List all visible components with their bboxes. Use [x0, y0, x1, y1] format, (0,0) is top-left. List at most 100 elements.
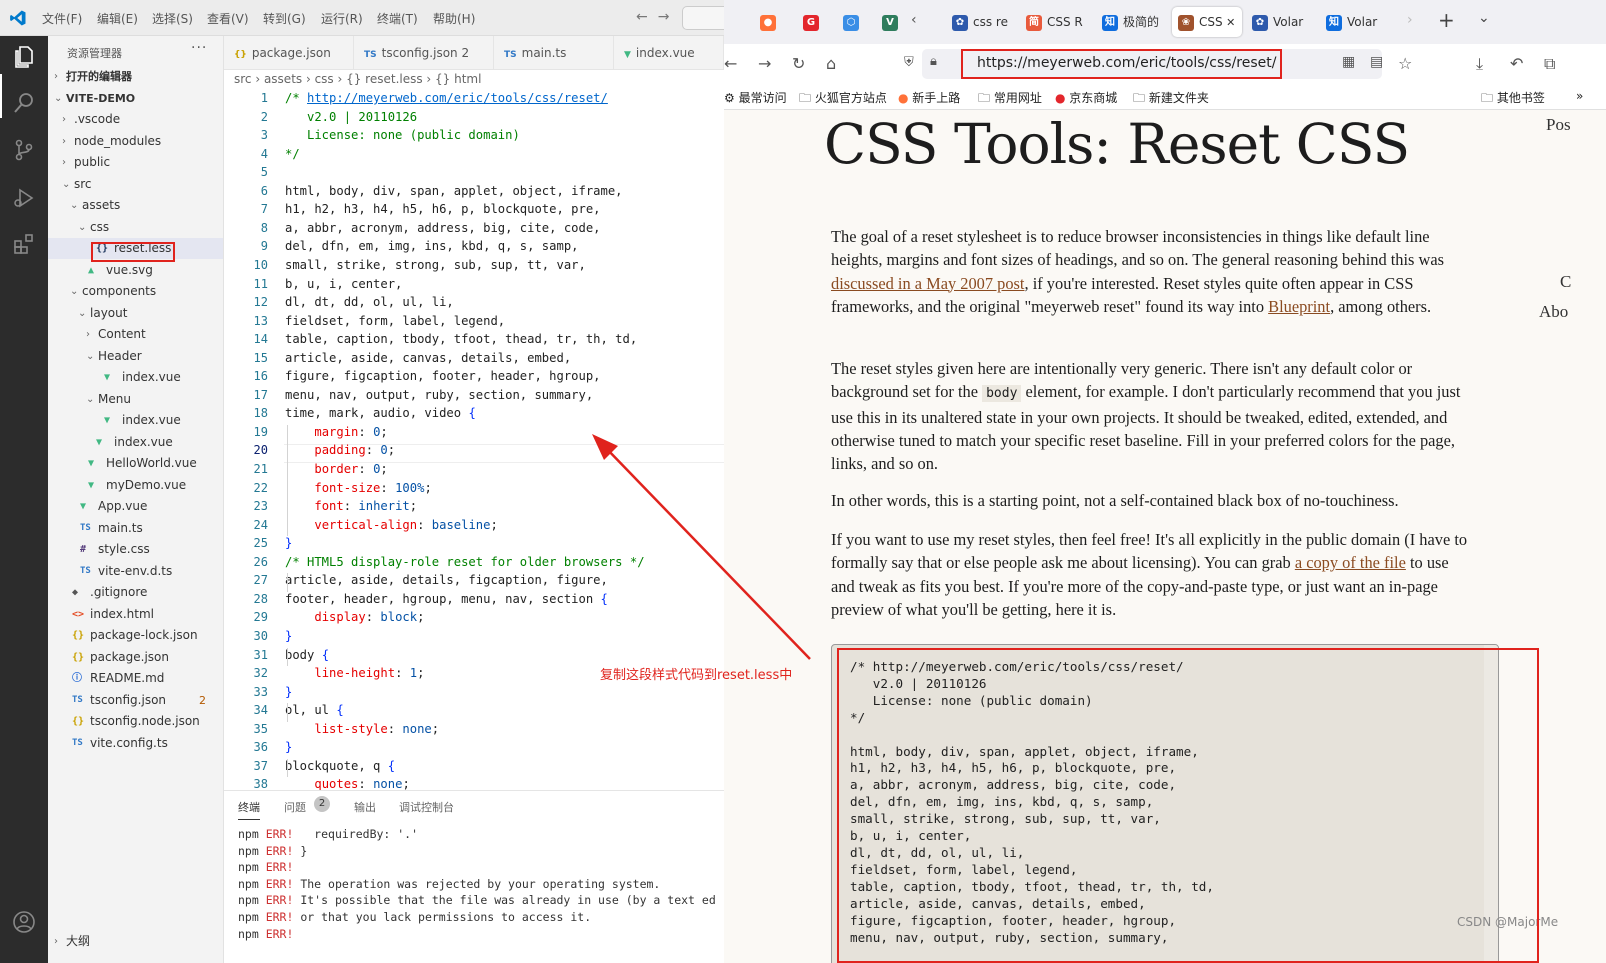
extension-icon[interactable]: ⧉ — [1544, 54, 1555, 74]
tree-item[interactable]: ⌄ components — [48, 281, 223, 302]
side-nav-pos[interactable]: Pos — [1546, 115, 1571, 135]
code-line[interactable]: dl, dt, dd, ol, ul, li, — [285, 295, 454, 309]
lock-icon[interactable]: 🔒︎ — [930, 54, 937, 69]
home-icon[interactable]: ⌂ — [826, 54, 836, 73]
code-editor[interactable]: 1 /* http://meyerweb.com/eric/tools/css/r… — [224, 90, 724, 790]
back-icon[interactable]: ← — [724, 54, 737, 73]
browser-tab[interactable]: ✿ css re — [946, 7, 1012, 37]
code-line[interactable]: figure, figcaption, footer, header, hgro… — [285, 369, 601, 383]
search-icon[interactable] — [12, 91, 36, 115]
tree-item[interactable]: ⌄ layout — [48, 303, 223, 324]
browser-tab[interactable]: ❀ CSS ✕ — [1172, 7, 1242, 37]
code-line[interactable]: line-height: 1; — [285, 666, 424, 680]
code-line[interactable]: del, dfn, em, img, ins, kbd, q, s, samp, — [285, 239, 579, 253]
tree-item[interactable]: {} package.json — [48, 647, 223, 668]
browser-tab[interactable]: ● — [754, 7, 784, 37]
nav-arrows[interactable]: ←→ — [636, 9, 679, 25]
tree-item[interactable]: ▼ index.vue — [48, 367, 223, 388]
code-line[interactable]: display: block; — [285, 610, 424, 624]
shield-icon[interactable]: ⛨ — [904, 55, 914, 70]
bookmark-star-icon[interactable]: ☆ — [1398, 54, 1412, 73]
downloads-icon[interactable]: ⤓ — [1476, 54, 1483, 74]
tree-item[interactable]: ⌄ Menu — [48, 389, 223, 410]
tree-item[interactable]: # style.css — [48, 539, 223, 560]
tree-item[interactable]: ⌄ src — [48, 174, 223, 195]
code-line[interactable]: } — [285, 740, 292, 754]
tree-item[interactable]: ⓘ README.md — [48, 668, 223, 689]
code-line[interactable]: blockquote, q { — [285, 759, 395, 773]
panel-tab[interactable]: 输出 — [354, 799, 376, 815]
code-line[interactable]: vertical-align: baseline; — [285, 518, 497, 532]
tab-list-icon[interactable]: ⌄ — [1478, 10, 1490, 26]
tree-item[interactable]: ▲ vue.svg — [48, 260, 223, 281]
code-line[interactable]: font-size: 100%; — [285, 481, 431, 495]
code-line[interactable]: a, abbr, acronym, address, big, cite, co… — [285, 221, 601, 235]
tree-item[interactable]: TS main.ts — [48, 518, 223, 539]
code-line[interactable]: border: 0; — [285, 462, 387, 476]
tree-item[interactable]: ▼ index.vue — [48, 432, 223, 453]
panel-tab[interactable]: 终端 — [238, 799, 260, 820]
code-line[interactable]: h1, h2, h3, h4, h5, h6, p, blockquote, p… — [285, 202, 601, 216]
bookmark-item[interactable]: 🗀︎ 常用网址 — [978, 89, 1042, 110]
menu-item[interactable]: 帮助(H) — [433, 10, 475, 27]
side-nav-about[interactable]: Abo — [1539, 302, 1568, 322]
editor-tab[interactable]: TS main.ts — [494, 36, 614, 70]
code-line[interactable]: quotes: none; — [285, 777, 409, 790]
tree-item[interactable]: TS vite.config.ts — [48, 733, 223, 754]
tree-item[interactable]: ⌄ css — [48, 217, 223, 238]
editor-tab[interactable]: TS tsconfig.json 2 — [354, 36, 494, 70]
code-line[interactable]: } — [285, 685, 292, 699]
tree-item[interactable]: › .vscode — [48, 109, 223, 130]
editor-tab[interactable]: {} package.json — [224, 36, 354, 70]
bookmark-item[interactable]: ● 新手上路 — [898, 89, 960, 106]
tree-item[interactable]: ▼ App.vue — [48, 496, 223, 517]
panel-tab[interactable]: 问题 — [284, 799, 306, 815]
menu-item[interactable]: 转到(G) — [263, 10, 306, 27]
code-line[interactable]: article, aside, canvas, details, embed, — [285, 351, 571, 365]
code-line[interactable]: /* http://meyerweb.com/eric/tools/css/re… — [285, 91, 608, 105]
menu-item[interactable]: 查看(V) — [207, 10, 249, 27]
tree-item[interactable]: › public — [48, 152, 223, 173]
tree-item[interactable]: {} package-lock.json — [48, 625, 223, 646]
bookmark-item[interactable]: 🗀︎ 新建文件夹 — [1133, 89, 1209, 110]
browser-tab[interactable]: G — [797, 7, 827, 37]
close-tab-icon[interactable]: ✕ — [1223, 16, 1235, 29]
bookmark-item[interactable]: ● 京东商城 — [1055, 89, 1117, 106]
explorer-icon[interactable] — [12, 45, 36, 69]
code-line[interactable]: article, aside, details, figcaption, fig… — [285, 573, 608, 587]
may-2007-post-link[interactable]: discussed in a May 2007 post — [831, 274, 1025, 293]
code-line[interactable]: footer, header, hgroup, menu, nav, secti… — [285, 592, 608, 606]
tree-item[interactable]: TS tsconfig.json 2 — [48, 690, 223, 711]
code-line[interactable]: small, strike, strong, sub, sup, tt, var… — [285, 258, 586, 272]
code-line[interactable]: menu, nav, output, ruby, section, summar… — [285, 388, 593, 402]
qr-code-icon[interactable]: ▦ — [1342, 54, 1355, 70]
new-tab-icon[interactable]: + — [1438, 8, 1455, 32]
scroll-tabs-left-icon[interactable]: ‹ — [911, 12, 917, 28]
command-center[interactable] — [682, 6, 724, 30]
code-line[interactable]: time, mark, audio, video { — [285, 406, 476, 420]
side-nav-c[interactable]: C — [1560, 272, 1571, 292]
menu-item[interactable]: 文件(F) — [42, 10, 82, 27]
code-line[interactable]: html, body, div, span, applet, object, i… — [285, 184, 623, 198]
code-line[interactable]: } — [285, 629, 292, 643]
account-icon[interactable] — [12, 910, 36, 934]
bookmark-item[interactable]: ⚙ 最常访问 — [724, 89, 787, 106]
code-line[interactable]: list-style: none; — [285, 722, 439, 736]
tree-item[interactable]: <> index.html — [48, 604, 223, 625]
undo-icon[interactable]: ↶ — [1510, 54, 1523, 73]
code-line[interactable]: */ — [285, 147, 300, 161]
browser-tab[interactable]: 知 Volar — [1320, 7, 1386, 37]
browser-tab[interactable]: ✿ Volar — [1246, 7, 1312, 37]
breadcrumb[interactable]: src › assets › css › {} reset.less › {} … — [234, 70, 481, 90]
editor-tab[interactable]: ▼ index.vue — [614, 36, 724, 70]
menu-item[interactable]: 编辑(E) — [97, 10, 138, 27]
menu-item[interactable]: 运行(R) — [321, 10, 363, 27]
tree-item[interactable]: TS vite-env.d.ts — [48, 561, 223, 582]
code-line[interactable]: /* HTML5 display-role reset for older br… — [285, 555, 645, 569]
code-line[interactable]: v2.0 | 20110126 — [285, 110, 417, 124]
reload-icon[interactable]: ↻ — [792, 54, 805, 73]
code-line[interactable]: body { — [285, 648, 329, 662]
browser-tab[interactable]: 知极简的 — [1096, 7, 1162, 37]
tree-item[interactable]: ▼ myDemo.vue — [48, 475, 223, 496]
code-line[interactable]: b, u, i, center, — [285, 277, 402, 291]
